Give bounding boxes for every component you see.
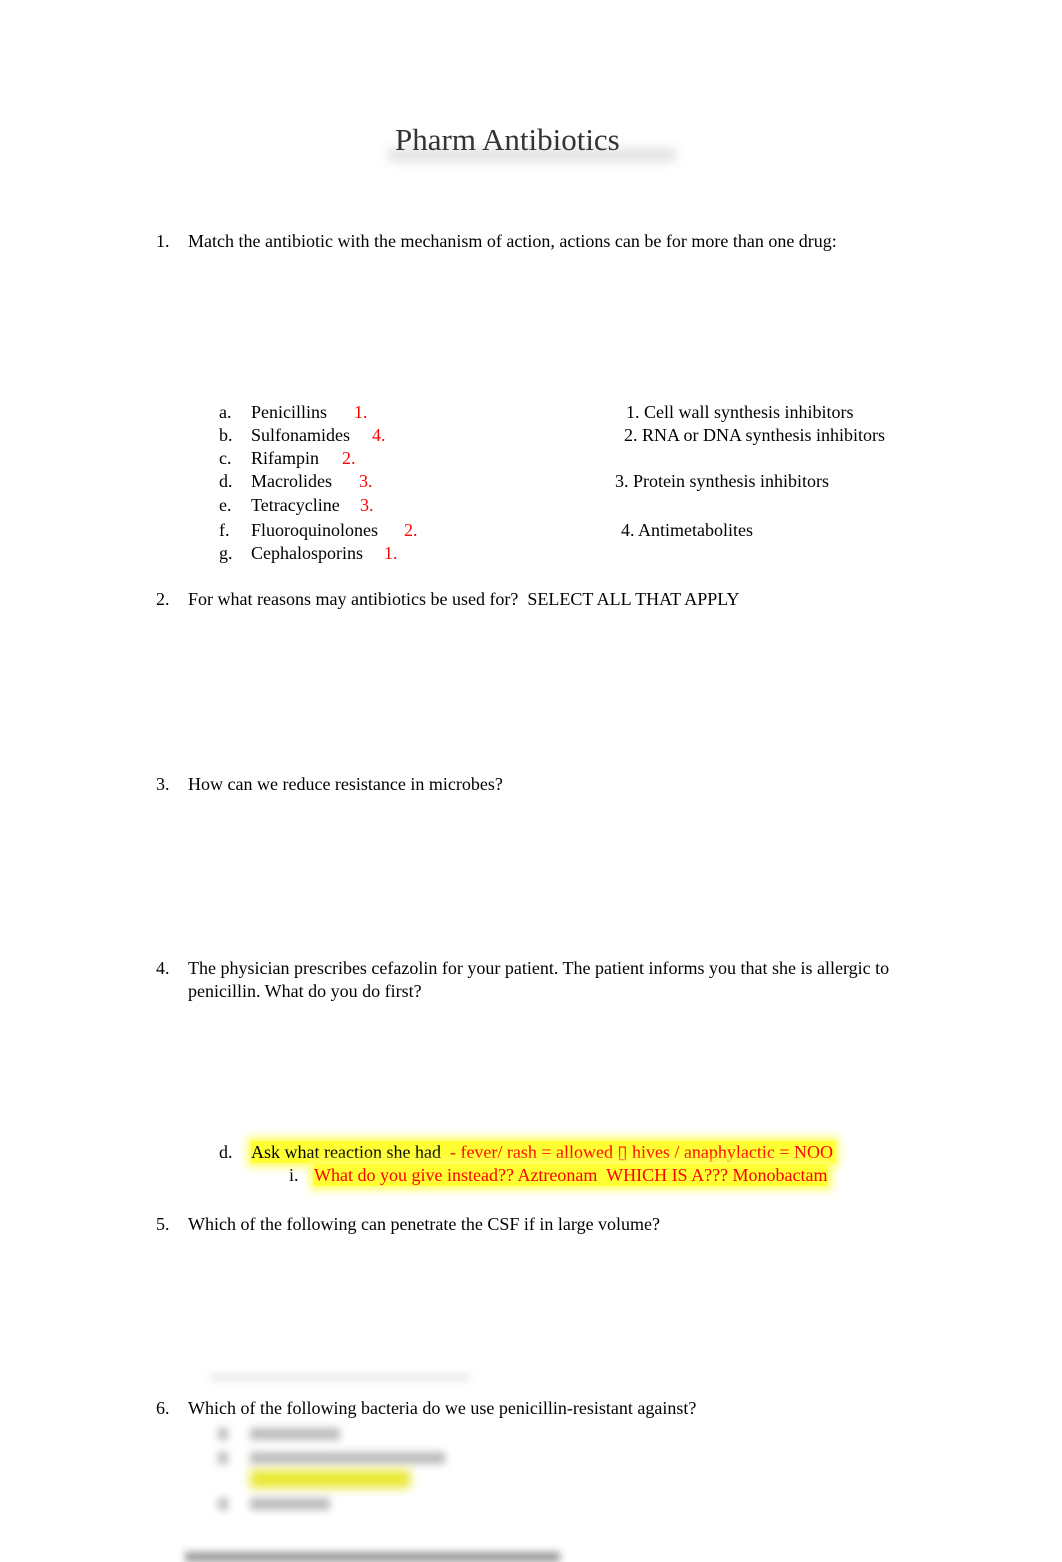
mechanism-item: 2. RNA or DNA synthesis inhibitors xyxy=(624,425,886,445)
question-text: How can we reduce resistance in microbes… xyxy=(188,774,503,794)
item-letter: d. xyxy=(219,1142,233,1162)
item-letter: b. xyxy=(219,425,233,445)
answer-value: 4. xyxy=(372,425,386,445)
drug-name: Penicillins xyxy=(251,402,327,422)
question-text-line-2: penicillin. What do you do first? xyxy=(188,981,422,1001)
item-letter: f. xyxy=(219,520,230,540)
answer-value: 2. xyxy=(342,448,356,468)
question-text: For what reasons may antibiotics be used… xyxy=(188,589,740,609)
blurred-highlight xyxy=(250,1470,410,1488)
item-letter: g. xyxy=(219,543,233,563)
sub-answer-text: What do you give instead?? Aztreonam WHI… xyxy=(314,1164,828,1186)
question-number: 4. xyxy=(156,958,170,978)
question-number: 6. xyxy=(156,1398,170,1418)
drug-name: Fluoroquinolones xyxy=(251,520,379,540)
answer-value: 2. xyxy=(404,520,418,540)
blurred-content xyxy=(218,1428,228,1440)
answer-value: 3. xyxy=(360,495,374,515)
drug-name: Sulfonamides xyxy=(251,425,350,445)
blurred-content xyxy=(250,1452,445,1464)
question-text: Which of the following bacteria do we us… xyxy=(188,1398,697,1418)
drug-name: Cephalosporins xyxy=(251,543,363,563)
item-letter: a. xyxy=(219,402,232,422)
question-number: 1. xyxy=(156,231,170,251)
page-title: Pharm Antibiotics xyxy=(395,122,620,157)
question-number: 2. xyxy=(156,589,170,609)
drug-name: Macrolides xyxy=(251,471,332,491)
item-letter: c. xyxy=(219,448,232,468)
blurred-content xyxy=(218,1498,228,1510)
answer-value: 1. xyxy=(384,543,398,563)
answer-note: - fever/ rash = allowed ▯ hives / anaphy… xyxy=(440,1142,834,1162)
blurred-content xyxy=(210,1376,470,1379)
question-text: Match the antibiotic with the mechanism … xyxy=(188,231,837,251)
mechanism-item: 4. Antimetabolites xyxy=(621,520,753,540)
question-text-line-1: The physician prescribes cefazolin for y… xyxy=(188,958,890,978)
item-letter: i. xyxy=(289,1165,299,1185)
item-letter: d. xyxy=(219,471,233,491)
answer-value: 3. xyxy=(359,471,373,491)
question-number: 5. xyxy=(156,1214,170,1234)
drug-name: Tetracycline xyxy=(251,495,340,515)
answer-text: Ask what reaction she had xyxy=(251,1142,441,1162)
mechanism-item: 1. Cell wall synthesis inhibitors xyxy=(626,402,854,422)
blurred-content xyxy=(250,1428,340,1440)
drug-name: Rifampin xyxy=(251,448,319,468)
question-number: 3. xyxy=(156,774,170,794)
highlighted-answer: Ask what reaction she had - fever/ rash … xyxy=(251,1141,836,1163)
blurred-content xyxy=(250,1498,330,1510)
item-letter: e. xyxy=(219,495,232,515)
blurred-content xyxy=(218,1452,228,1464)
question-text: Which of the following can penetrate the… xyxy=(188,1214,661,1234)
answer-value: 1. xyxy=(354,402,368,422)
mechanism-item: 3. Protein synthesis inhibitors xyxy=(615,471,830,491)
